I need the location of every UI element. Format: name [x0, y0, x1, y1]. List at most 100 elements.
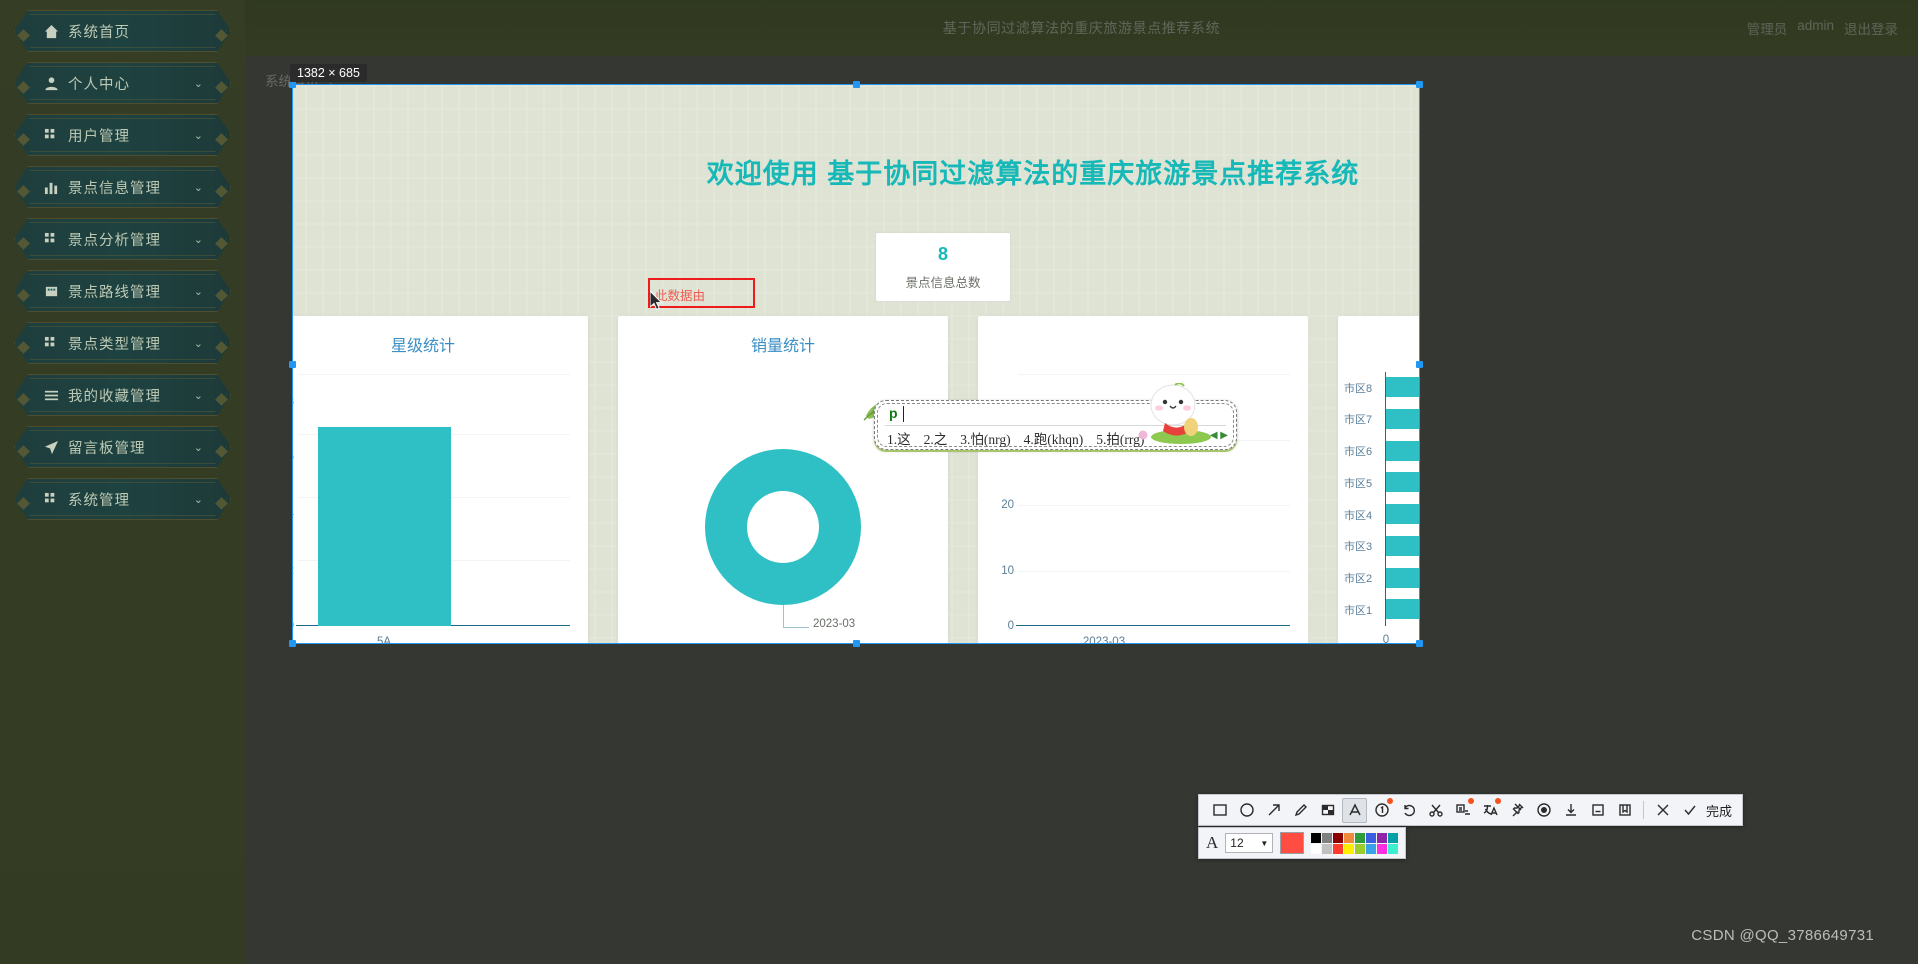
text-options-toolbar[interactable]: A 12 ▼: [1198, 827, 1407, 859]
sidebar-item-8[interactable]: 留言板管理 ⌄: [8, 422, 237, 472]
color-swatch: [1377, 843, 1388, 854]
home-icon: [34, 24, 68, 39]
scissors-icon: [1428, 804, 1443, 817]
color-swatch: [1388, 832, 1399, 843]
ime-text-caret: [903, 406, 904, 422]
current-color-swatch[interactable]: [1280, 832, 1305, 854]
color-swatch: [1366, 843, 1377, 854]
ocr-tool-button[interactable]: [1450, 797, 1475, 823]
color-swatch: [1366, 832, 1377, 843]
sidebar-item-label: 留言板管理: [68, 440, 146, 457]
screenshot-annotation-toolbar[interactable]: 完成: [1198, 794, 1744, 826]
ellipse-tool-button[interactable]: [1234, 798, 1259, 823]
ime-candidate-4[interactable]: 4.跑(khqn): [1024, 428, 1084, 448]
sidebar-item-3[interactable]: 景点信息管理 ⌄: [8, 162, 237, 212]
sidebar-item-1[interactable]: 个人中心 ⌄: [8, 58, 237, 108]
bar-chart-icon: [34, 180, 68, 195]
color-swatch: [1311, 843, 1322, 854]
serial-number-tool-button[interactable]: [1369, 797, 1394, 823]
ime-typed-text: p: [889, 405, 898, 421]
color-swatch: [1322, 843, 1333, 854]
color-swatch: [1333, 832, 1344, 843]
resize-handle-bottom-left[interactable]: [289, 640, 296, 647]
color-swatch: [1311, 832, 1322, 843]
save-icon: [1591, 804, 1604, 816]
color-swatch: [1333, 843, 1344, 854]
done-label[interactable]: 完成: [1704, 801, 1734, 820]
top-header: 基于协同过滤算法的重庆旅游景点推荐系统 管理员 admin 退出登录: [245, 0, 1918, 56]
sidebar-item-label: 个人中心: [68, 76, 130, 93]
new-badge-icon: [1495, 797, 1501, 804]
color-swatch: [1344, 843, 1355, 854]
font-size-value: 12: [1230, 836, 1244, 850]
undo-tool-button[interactable]: [1396, 798, 1421, 823]
circle-one-icon: [1374, 803, 1389, 817]
record-tool-button[interactable]: [1531, 798, 1556, 823]
user-role-label: 管理员: [1746, 22, 1788, 37]
color-palette[interactable]: [1311, 832, 1399, 854]
ime-candidate-2[interactable]: 2.之: [924, 428, 948, 448]
resize-handle-middle-right[interactable]: [1416, 361, 1423, 368]
resize-handle-top-left[interactable]: [289, 81, 296, 88]
translate-tool-button[interactable]: [1477, 797, 1502, 823]
sidebar-item-4[interactable]: 景点分析管理 ⌄: [8, 214, 237, 264]
chevron-down-icon: ⌄: [193, 77, 203, 90]
sidebar-item-label: 景点类型管理: [68, 336, 161, 353]
username-label: admin: [1797, 18, 1834, 33]
sidebar-item-label: 景点分析管理: [68, 232, 161, 249]
pencil-tool-button[interactable]: [1288, 798, 1313, 823]
save-tool-button[interactable]: [1585, 798, 1610, 823]
pencil-icon: [1294, 804, 1307, 817]
pin-icon: [1512, 803, 1523, 817]
color-swatch: [1355, 843, 1366, 854]
resize-handle-middle-left[interactable]: [289, 361, 296, 368]
sidebar-item-0[interactable]: 系统首页: [8, 6, 237, 56]
cancel-capture-button[interactable]: [1650, 798, 1675, 823]
mosaic-tool-button[interactable]: [1315, 798, 1340, 823]
sidebar-item-5[interactable]: 景点路线管理 ⌄: [8, 266, 237, 316]
bookmark-tool-button[interactable]: [1612, 798, 1637, 823]
confirm-capture-button[interactable]: [1677, 798, 1702, 823]
check-icon: [1683, 805, 1696, 816]
sidebar-item-2[interactable]: 用户管理 ⌄: [8, 110, 237, 160]
chevron-down-icon: ▼: [1260, 838, 1269, 848]
circle-icon: [1239, 803, 1254, 817]
toolbar-divider: [1643, 801, 1644, 819]
arrow-icon: [1268, 804, 1280, 816]
grid-icon: [34, 492, 68, 507]
mosaic-icon: [1321, 804, 1334, 816]
grid-icon: [34, 128, 68, 143]
pin-tool-button[interactable]: [1504, 798, 1529, 823]
sidebar-item-7[interactable]: 我的收藏管理 ⌄: [8, 370, 237, 420]
resize-handle-bottom-right[interactable]: [1416, 640, 1423, 647]
ime-next-page-icon[interactable]: ▶: [1220, 430, 1228, 441]
list-icon: [34, 388, 68, 403]
ime-mascot-icon: [1138, 383, 1211, 444]
font-size-select[interactable]: 12 ▼: [1225, 833, 1274, 853]
cut-tool-button[interactable]: [1423, 798, 1448, 823]
color-swatch: [1344, 832, 1355, 843]
header-user-area: 管理员 admin 退出登录: [1747, 18, 1898, 38]
sidebar-item-6[interactable]: 景点类型管理 ⌄: [8, 318, 237, 368]
sidebar-item-label: 用户管理: [68, 128, 130, 145]
text-a-icon: [1348, 803, 1361, 816]
logout-link[interactable]: 退出登录: [1844, 18, 1898, 38]
chevron-down-icon: ⌄: [193, 129, 203, 142]
sidebar-item-9[interactable]: 系统管理 ⌄: [8, 474, 237, 524]
download-tool-button[interactable]: [1558, 798, 1583, 823]
ime-candidate-1[interactable]: 1.这: [887, 428, 911, 448]
rectangle-tool-button[interactable]: [1207, 798, 1232, 823]
resize-handle-bottom-center[interactable]: [853, 640, 860, 647]
download-icon: [1565, 804, 1576, 816]
capture-size-badge: 1382 × 685: [290, 64, 367, 82]
app-title: 基于协同过滤算法的重庆旅游景点推荐系统: [942, 20, 1221, 36]
resize-handle-top-right[interactable]: [1416, 81, 1423, 88]
resize-handle-top-center[interactable]: [853, 81, 860, 88]
ocr-icon: [1455, 804, 1470, 815]
ime-candidate-3[interactable]: 3.怕(nrg): [960, 428, 1010, 448]
arrow-tool-button[interactable]: [1261, 798, 1286, 823]
send-icon: [34, 440, 68, 455]
capture-selection-region[interactable]: [289, 81, 1423, 647]
text-tool-button[interactable]: [1342, 797, 1367, 823]
chevron-down-icon: ⌄: [193, 337, 203, 350]
